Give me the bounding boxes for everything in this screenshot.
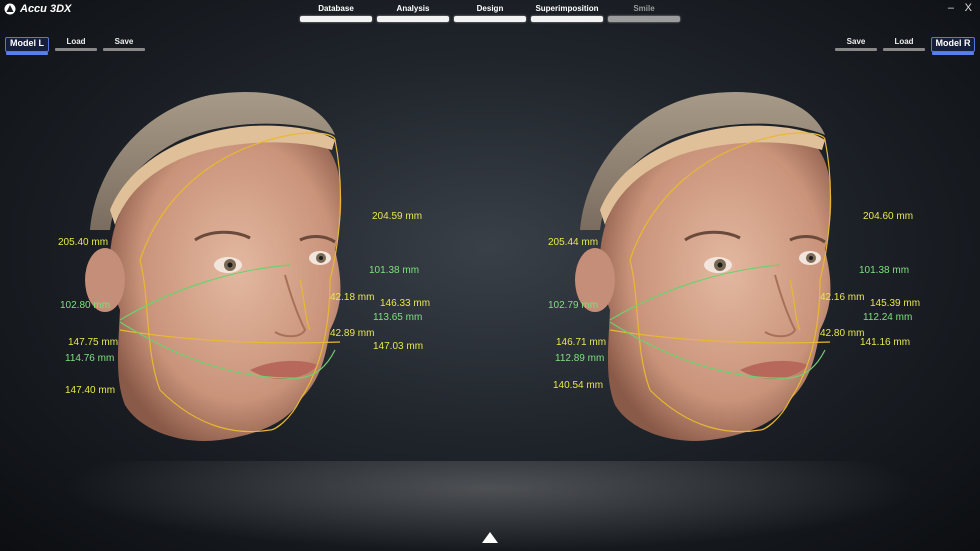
measurement-right-7: 112.24 mm <box>863 312 913 323</box>
measurement-left-8: 42.89 mm <box>330 328 375 339</box>
tab-smile[interactable]: Smile <box>608 4 680 22</box>
tab-database[interactable]: Database <box>300 4 372 22</box>
viewport-right[interactable]: 204.60 mm 205.44 mm 101.38 mm 102.79 mm … <box>490 60 980 530</box>
model-l-button[interactable]: Model L <box>5 37 49 55</box>
measurement-right-12: 140.54 mm <box>553 380 604 391</box>
measurement-left-9: 147.75 mm <box>68 337 119 348</box>
face-model-right[interactable] <box>490 60 980 530</box>
measurement-left-3: 101.38 mm <box>369 265 420 276</box>
measurement-right-9: 146.71 mm <box>556 337 607 348</box>
measurement-left-7: 113.65 mm <box>373 312 423 323</box>
logo-icon <box>4 3 16 15</box>
measurement-left-11: 114.76 mm <box>65 353 115 364</box>
right-toolbar: Save Load Model R <box>835 37 975 55</box>
measurement-left-2: 205.40 mm <box>58 237 109 248</box>
save-right-button[interactable]: Save <box>835 37 877 51</box>
measurement-left-12: 147.40 mm <box>65 385 116 396</box>
save-left-button[interactable]: Save <box>103 37 145 51</box>
app-title: Accu 3DX <box>20 3 72 15</box>
tab-design[interactable]: Design <box>454 4 526 22</box>
measurement-right-11: 112.89 mm <box>555 353 605 364</box>
viewport-left[interactable]: 204.59 mm 205.40 mm 101.38 mm 102.80 mm … <box>0 60 490 530</box>
measurement-right-5: 42.16 mm <box>820 292 865 303</box>
expand-panel-icon[interactable] <box>482 532 498 543</box>
app-logo: Accu 3DX <box>4 3 71 15</box>
close-button[interactable]: X <box>965 2 972 14</box>
model-r-button[interactable]: Model R <box>931 37 975 55</box>
tab-superimposition[interactable]: Superimposition <box>531 4 603 22</box>
measurement-right-3: 101.38 mm <box>859 265 910 276</box>
measurement-right-1: 204.60 mm <box>863 211 914 222</box>
measurement-right-4: 102.79 mm <box>548 300 599 311</box>
measurement-right-8: 42.80 mm <box>820 328 865 339</box>
tab-analysis[interactable]: Analysis <box>377 4 449 22</box>
load-left-button[interactable]: Load <box>55 37 97 51</box>
main-nav: Database Analysis Design Superimposition… <box>300 4 680 22</box>
measurement-left-10: 147.03 mm <box>373 341 424 352</box>
minimize-button[interactable]: – <box>948 2 954 14</box>
measurement-left-4: 102.80 mm <box>60 300 111 311</box>
measurement-right-6: 145.39 mm <box>870 298 921 309</box>
measurement-left-6: 146.33 mm <box>380 298 431 309</box>
load-right-button[interactable]: Load <box>883 37 925 51</box>
left-toolbar: Model L Load Save <box>5 37 145 55</box>
measurement-right-10: 141.16 mm <box>860 337 911 348</box>
measurement-left-1: 204.59 mm <box>372 211 423 222</box>
measurement-left-5: 42.18 mm <box>330 292 375 303</box>
measurement-right-2: 205.44 mm <box>548 237 599 248</box>
face-model-left[interactable] <box>0 60 490 530</box>
